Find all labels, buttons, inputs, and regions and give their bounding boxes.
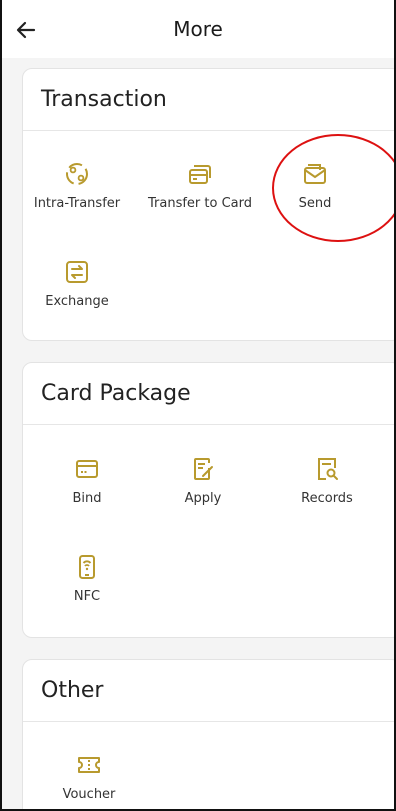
voucher-button[interactable]: Voucher bbox=[29, 752, 149, 802]
item-label: Voucher bbox=[62, 787, 116, 802]
section-card-package: Card Package Bind Apply Records NFC bbox=[22, 362, 394, 638]
nfc-phone-icon bbox=[79, 555, 95, 579]
screen: More Transaction Intra-Transfer Transfer… bbox=[0, 0, 396, 811]
intra-transfer-button[interactable]: Intra-Transfer bbox=[17, 161, 137, 211]
exchange-button[interactable]: Exchange bbox=[17, 259, 137, 309]
card-icon bbox=[76, 460, 98, 478]
exchange-arrows-icon bbox=[66, 261, 88, 283]
apply-button[interactable]: Apply bbox=[143, 456, 263, 506]
card-transfer-icon bbox=[189, 165, 211, 184]
top-bar: More bbox=[2, 0, 394, 58]
nfc-button[interactable]: NFC bbox=[27, 554, 147, 604]
page-title: More bbox=[173, 17, 223, 41]
edit-document-icon bbox=[194, 458, 213, 480]
transfer-to-card-button[interactable]: Transfer to Card bbox=[140, 161, 260, 211]
highlight-circle bbox=[272, 134, 394, 242]
section-title: Other bbox=[23, 660, 394, 722]
item-label: NFC bbox=[73, 589, 101, 604]
section-title: Card Package bbox=[23, 363, 394, 425]
arrow-left-icon[interactable] bbox=[10, 14, 42, 46]
item-label: Exchange bbox=[45, 294, 109, 309]
search-document-icon bbox=[318, 458, 338, 480]
records-button[interactable]: Records bbox=[267, 456, 387, 506]
ticket-icon bbox=[78, 757, 100, 773]
section-title: Transaction bbox=[23, 69, 394, 131]
item-label: Records bbox=[301, 491, 353, 506]
item-label: Apply bbox=[184, 491, 222, 506]
item-label: Bind bbox=[72, 491, 102, 506]
bind-button[interactable]: Bind bbox=[27, 456, 147, 506]
exchange-circle-icon bbox=[66, 163, 88, 185]
item-label: Transfer to Card bbox=[148, 196, 252, 211]
item-label: Intra-Transfer bbox=[33, 196, 121, 211]
section-other: Other Voucher bbox=[22, 659, 394, 809]
